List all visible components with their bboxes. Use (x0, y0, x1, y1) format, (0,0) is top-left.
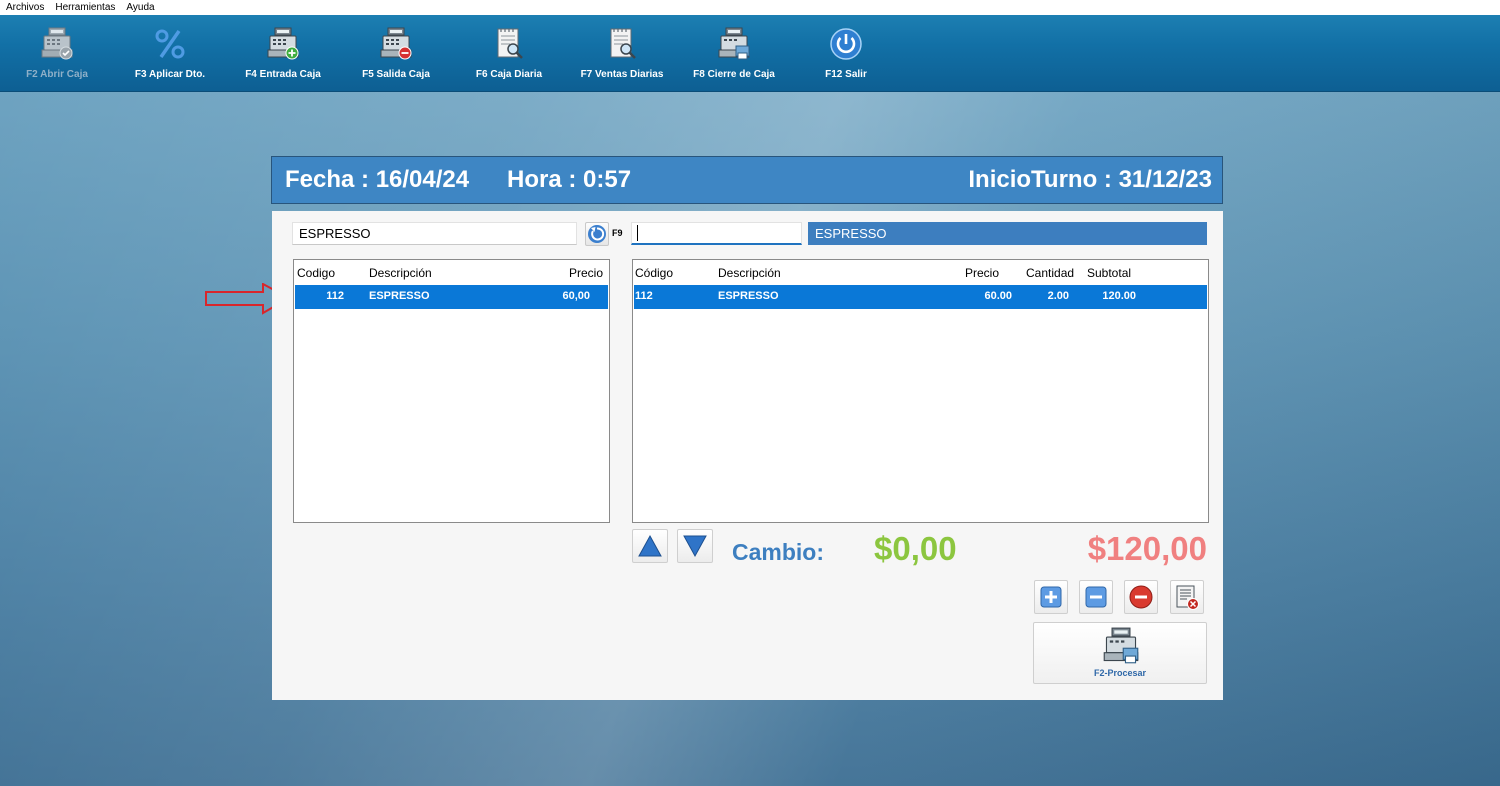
menu-ayuda[interactable]: Ayuda (120, 0, 159, 15)
cash-register-print-icon (1103, 627, 1139, 664)
menu-bar: Archivos Herramientas Ayuda (0, 0, 1500, 15)
report-search-icon (497, 28, 523, 59)
toolbar: F2 Abrir Caja F3 Aplicar Dto. F4 Entrada… (0, 15, 1500, 92)
procesar-label: F2-Procesar (1093, 668, 1147, 678)
entrada-caja-button[interactable]: F4 Entrada Caja (226, 15, 340, 91)
ventas-diarias-button[interactable]: F7 Ventas Diarias (565, 15, 679, 91)
fecha-text: Fecha : 16/04/24 (285, 166, 470, 193)
quantity-input[interactable] (631, 222, 802, 245)
cierre-caja-label: F8 Cierre de Caja (693, 69, 775, 80)
entrada-caja-label: F4 Entrada Caja (245, 69, 321, 80)
cart-grid[interactable]: Código Descripción Precio Cantidad Subto… (632, 259, 1209, 523)
col-codigo[interactable]: Codigo (297, 266, 335, 280)
table-row[interactable]: 112 ESPRESSO 60,00 (295, 285, 608, 309)
cash-register-check-icon (41, 27, 73, 60)
ventas-diarias-label: F7 Ventas Diarias (580, 69, 664, 80)
refresh-icon (588, 225, 606, 243)
move-down-button[interactable] (677, 529, 713, 563)
product-list-grid[interactable]: Codigo Descripción Precio 112 ESPRESSO 6… (293, 259, 610, 523)
clear-list-button[interactable] (1170, 580, 1204, 614)
hora-text: Hora : 0:57 (507, 166, 632, 193)
aplicar-dto-button[interactable]: F3 Aplicar Dto. (113, 15, 227, 91)
salir-button[interactable]: F12 Salir (789, 15, 903, 91)
col-descripcion[interactable]: Descripción (369, 266, 432, 280)
power-icon (830, 28, 862, 60)
cell-descripcion: ESPRESSO (718, 290, 779, 302)
cell-codigo: 112 (635, 290, 653, 302)
salir-label: F12 Salir (825, 69, 867, 80)
refresh-button[interactable] (585, 222, 609, 246)
cambio-value: $0,00 (874, 530, 957, 567)
sales-panel: ESPRESSO F9 ESPRESSO Codigo Descripción … (272, 211, 1223, 700)
move-up-button[interactable] (632, 529, 668, 563)
abrir-caja-button[interactable]: F2 Abrir Caja (0, 15, 114, 91)
caja-diaria-button[interactable]: F6 Caja Diaria (452, 15, 566, 91)
minus-icon (1085, 586, 1107, 608)
col-subtotal[interactable]: Subtotal (1087, 266, 1131, 280)
decrease-quantity-button[interactable] (1079, 580, 1113, 614)
cell-subtotal: 120.00 (1102, 290, 1136, 302)
caja-diaria-label: F6 Caja Diaria (475, 69, 543, 80)
cell-precio: 60.00 (984, 290, 1012, 302)
status-header: Fecha : 16/04/24 Hora : 0:57 InicioTurno… (271, 156, 1223, 204)
cambio-label: Cambio: (732, 539, 824, 565)
total-value: $120,00 (1087, 530, 1207, 567)
clear-list-icon (1176, 585, 1199, 610)
salida-caja-button[interactable]: F5 Salida Caja (339, 15, 453, 91)
plus-icon (1040, 586, 1062, 608)
col-descripcion[interactable]: Descripción (718, 266, 781, 280)
salida-caja-label: F5 Salida Caja (362, 69, 430, 80)
cash-register-print-icon (718, 27, 750, 60)
col-cantidad[interactable]: Cantidad (1026, 266, 1074, 280)
cash-register-add-icon (267, 27, 299, 60)
cash-register-remove-icon (380, 27, 412, 60)
cell-precio: 60,00 (562, 290, 590, 302)
triangle-down-icon (683, 535, 707, 558)
text-caret (637, 225, 638, 241)
menu-herramientas[interactable]: Herramientas (49, 0, 120, 15)
percent-icon (155, 29, 185, 59)
inicio-turno-text: InicioTurno : 31/12/23 (968, 166, 1212, 193)
f9-shortcut-label: F9 (612, 228, 623, 238)
report-search-icon (610, 28, 636, 59)
cell-codigo: 112 (326, 290, 344, 302)
col-precio[interactable]: Precio (965, 266, 999, 280)
cierre-caja-button[interactable]: F8 Cierre de Caja (677, 15, 791, 91)
aplicar-dto-label: F3 Aplicar Dto. (134, 69, 206, 80)
triangle-up-icon (638, 534, 662, 557)
selected-product-field: ESPRESSO (808, 222, 1207, 245)
product-search-input[interactable]: ESPRESSO (292, 222, 577, 245)
menu-archivos[interactable]: Archivos (0, 0, 49, 15)
increase-quantity-button[interactable] (1034, 580, 1068, 614)
procesar-button[interactable]: F2-Procesar (1033, 622, 1207, 684)
col-precio[interactable]: Precio (569, 266, 603, 280)
abrir-caja-label: F2 Abrir Caja (26, 69, 88, 80)
cell-cantidad: 2.00 (1047, 290, 1069, 302)
remove-item-button[interactable] (1124, 580, 1158, 614)
col-codigo[interactable]: Código (635, 266, 673, 280)
remove-circle-icon (1129, 585, 1153, 609)
table-row[interactable]: 112 ESPRESSO 60.00 2.00 120.00 (634, 285, 1207, 309)
cell-descripcion: ESPRESSO (369, 290, 430, 302)
